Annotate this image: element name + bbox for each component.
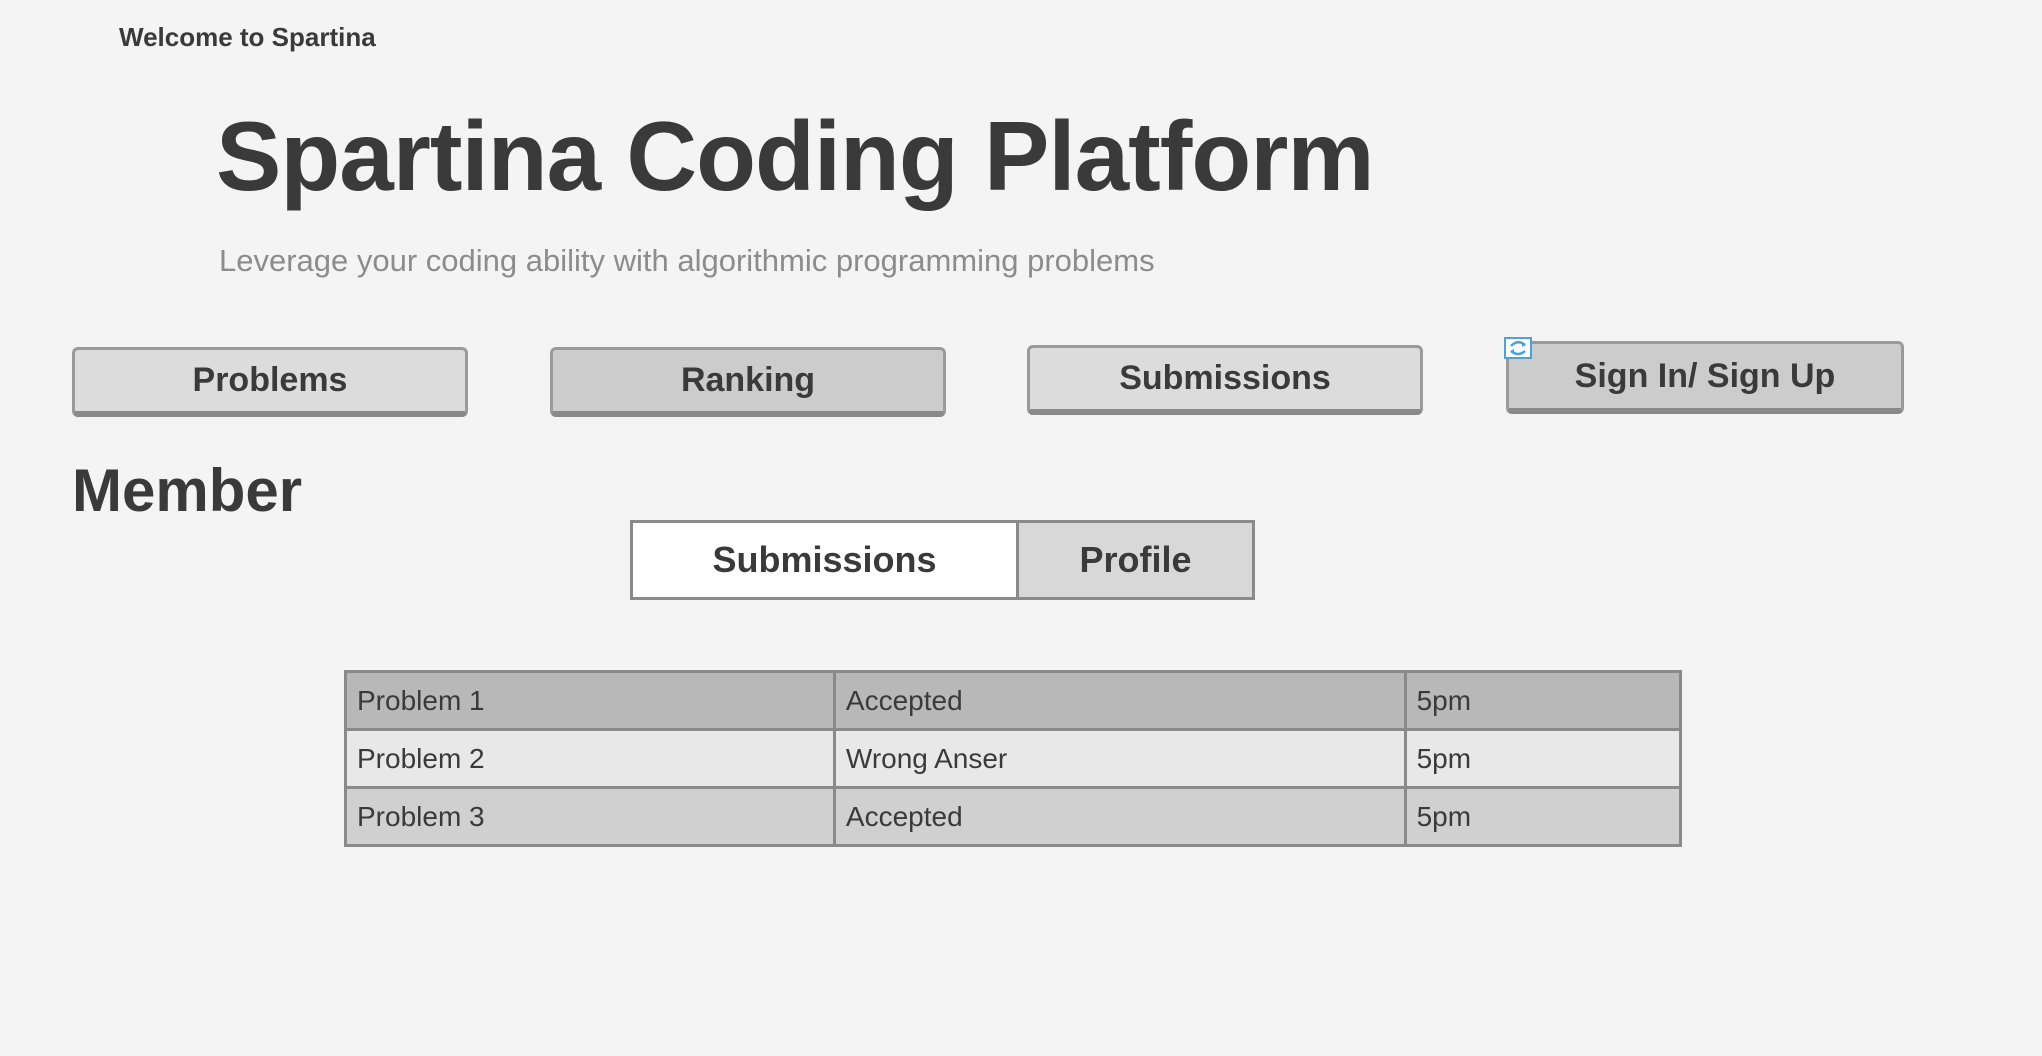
tab-submissions[interactable]: Submissions [633,523,1019,597]
table-row[interactable]: Problem 3 Accepted 5pm [344,786,1683,847]
welcome-text: Welcome to Spartina [119,22,376,52]
time-cell: 5pm [1403,728,1683,789]
table-row[interactable]: Problem 1 Accepted 5pm [344,670,1683,731]
status-cell: Accepted [832,786,1407,847]
problem-cell: Problem 3 [344,786,836,847]
tab-profile[interactable]: Profile [1019,523,1252,597]
problem-cell: Problem 1 [344,670,836,731]
time-cell: 5pm [1403,670,1683,731]
page: Welcome to Spartina Spartina Coding Plat… [0,0,2042,1056]
submissions-table: Problem 1 Accepted 5pm Problem 2 Wrong A… [344,670,1683,847]
page-title: Spartina Coding Platform [216,101,1375,211]
problems-button[interactable]: Problems [72,347,468,417]
ranking-button[interactable]: Ranking [550,347,946,417]
refresh-icon [1504,337,1532,359]
time-cell: 5pm [1403,786,1683,847]
member-heading: Member [72,457,303,524]
page-subtitle: Leverage your coding ability with algori… [219,243,1155,278]
status-cell: Accepted [832,670,1407,731]
table-row[interactable]: Problem 2 Wrong Anser 5pm [344,728,1683,789]
submissions-button[interactable]: Submissions [1027,345,1423,415]
problem-cell: Problem 2 [344,728,836,789]
status-cell: Wrong Anser [832,728,1407,789]
sign-in-button[interactable]: Sign In/ Sign Up [1506,341,1904,414]
member-tabs: Submissions Profile [630,520,1255,600]
